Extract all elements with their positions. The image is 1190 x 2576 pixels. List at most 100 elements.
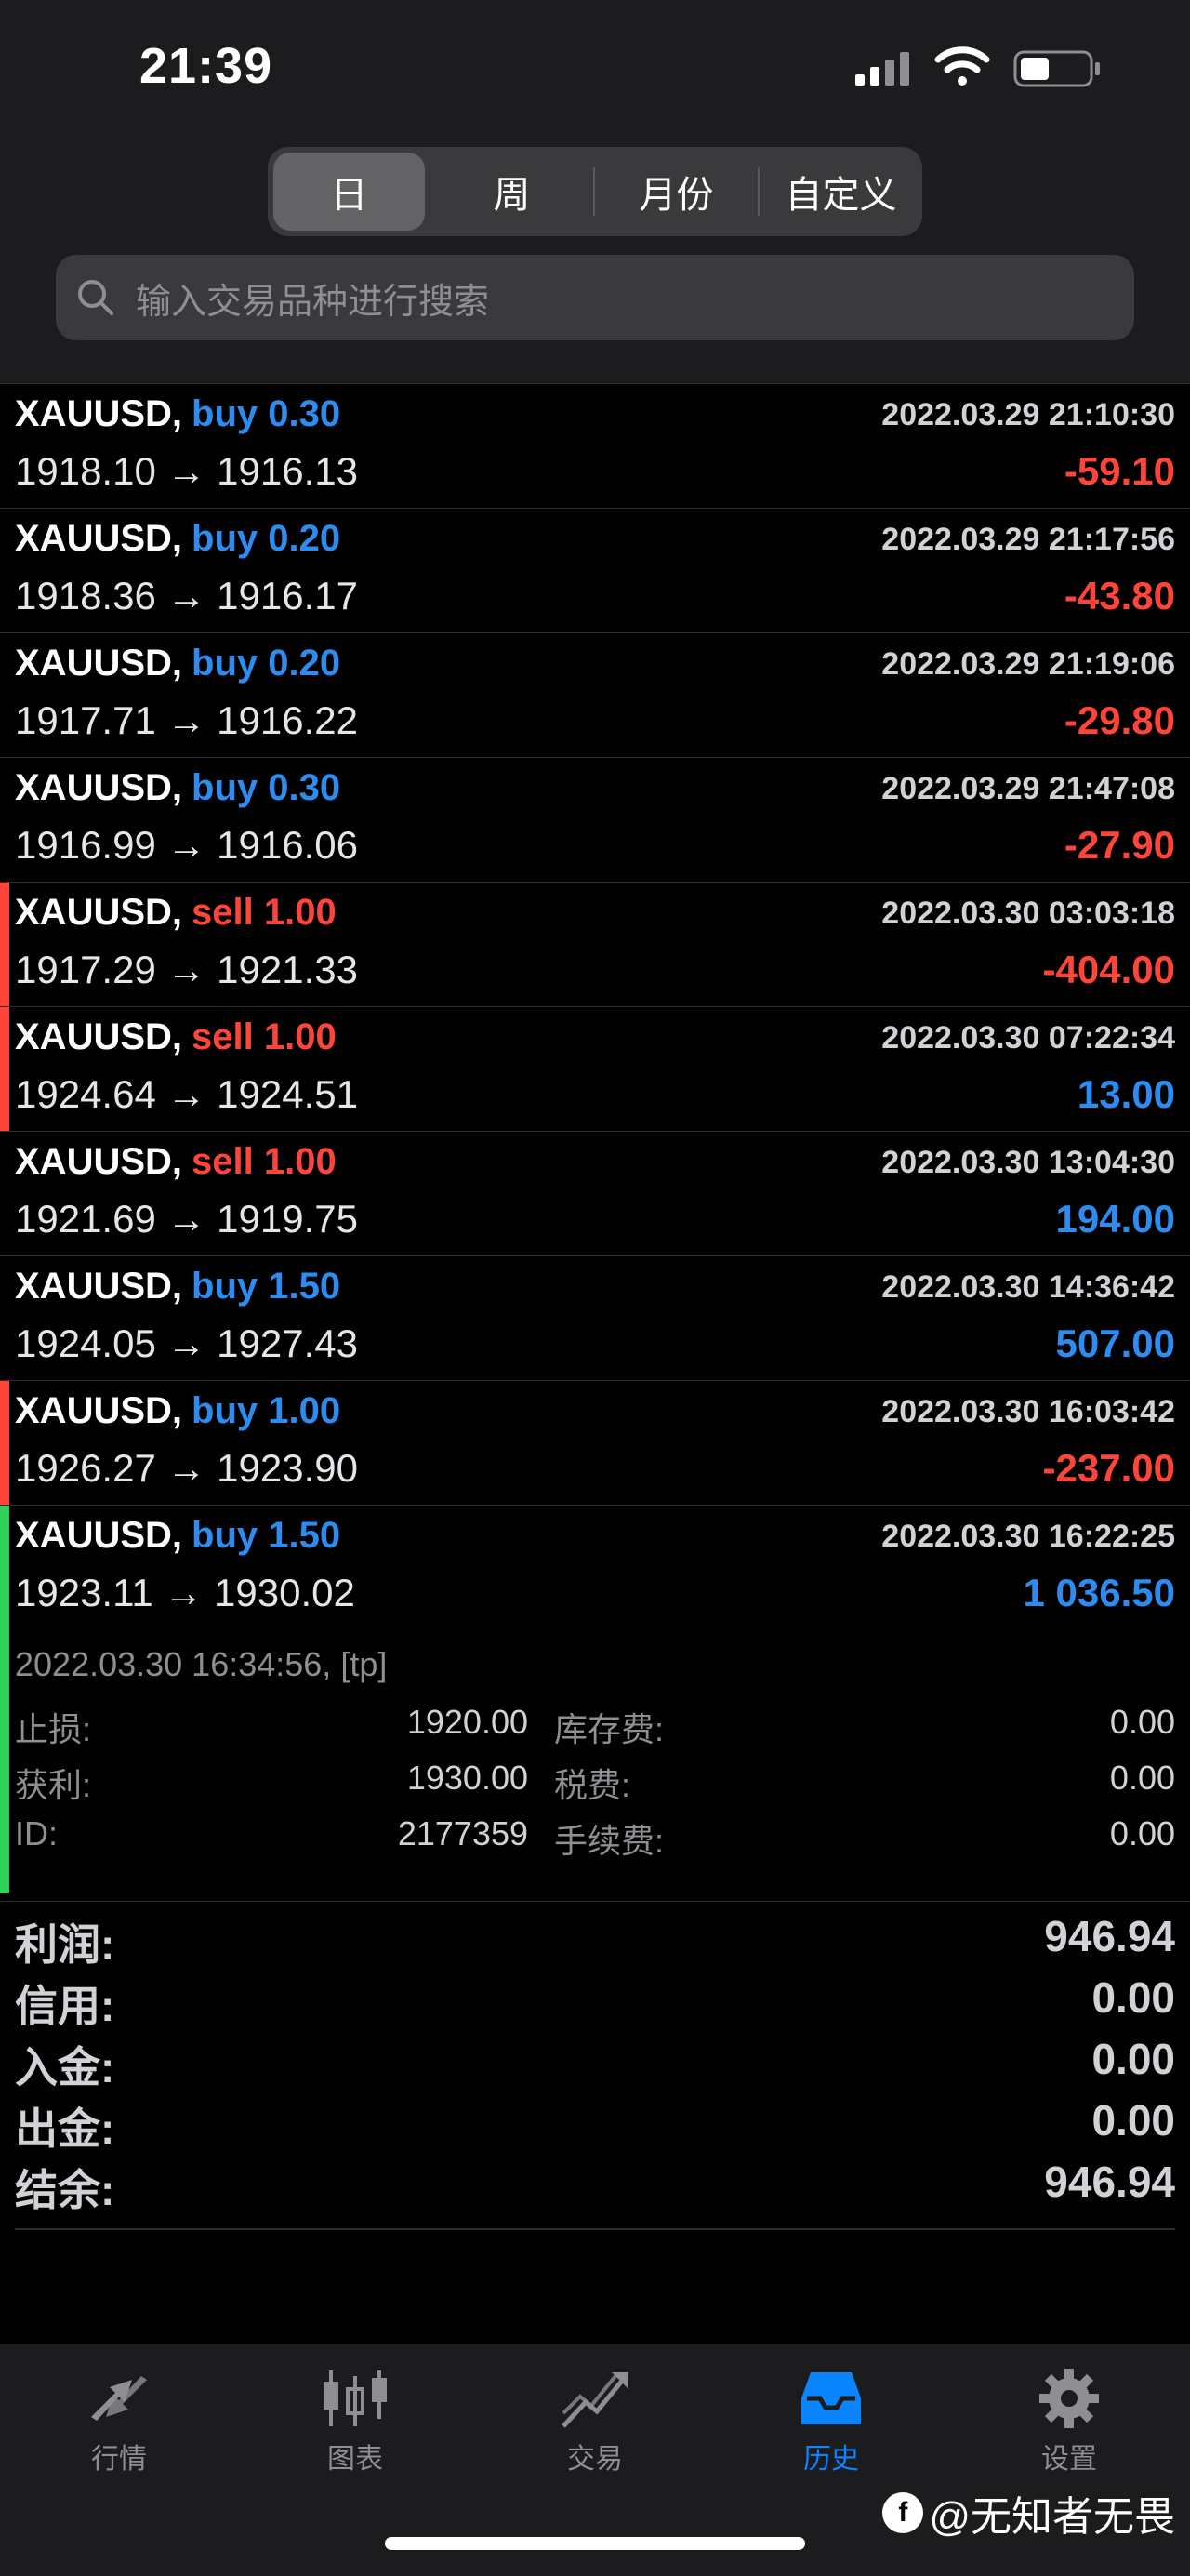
battery-icon (1013, 50, 1100, 87)
close-price: 1927.43 (217, 1321, 358, 1365)
summary-row: 入金: 0.00 (0, 2025, 1190, 2091)
trade-row[interactable]: XAUUSD, buy 1.00 1926.27 → 1923.90 2022.03.… (0, 1380, 1190, 1505)
trade-prices: 1921.69 → 1919.75 (15, 1197, 358, 1241)
search-icon (78, 280, 113, 315)
tab-history[interactable]: 历史 (757, 2365, 906, 2476)
close-price: 1924.51 (217, 1072, 358, 1116)
trade-marker (0, 1506, 9, 1893)
trade-symbol: XAUUSD, buy 0.30 (15, 393, 341, 434)
period-tab-custom[interactable]: 自定义 (765, 153, 917, 231)
status-bar: 21:39 (0, 0, 1190, 139)
search-placeholder: 输入交易品种进行搜索 (136, 282, 490, 322)
tab-trade[interactable]: 交易 (521, 2365, 669, 2476)
trade-datetime: 2022.03.30 14:36:42 (881, 1269, 1175, 1305)
home-indicator[interactable] (385, 2537, 805, 2550)
trade-datetime: 2022.03.29 21:17:56 (881, 522, 1175, 557)
close-price: 1919.75 (217, 1197, 358, 1241)
trade-datetime: 2022.03.30 03:03:18 (881, 896, 1175, 931)
summary-value: 0.00 (1091, 1973, 1175, 2022)
period-tab-day[interactable]: 日 (273, 153, 425, 231)
trade-profit: 13.00 (1077, 1072, 1175, 1116)
trade-prices: 1924.64 → 1924.51 (15, 1072, 358, 1116)
period-segmented-control: 日 周 月份 自定义 (268, 147, 922, 236)
trade-marker (0, 1381, 9, 1505)
trade-prices: 1916.99 → 1916.06 (15, 823, 358, 867)
quotes-icon (91, 2376, 147, 2421)
trade-prices: 1926.27 → 1923.90 (15, 1446, 358, 1490)
summary-divider (15, 2228, 1175, 2230)
trade-symbol: XAUUSD, buy 1.50 (15, 1515, 341, 1556)
trade-symbol: XAUUSD, buy 1.00 (15, 1390, 341, 1431)
trade-row[interactable]: XAUUSD, buy 0.30 1918.10 → 1916.13 2022.03.… (0, 383, 1190, 508)
open-price: 1921.69 (15, 1197, 156, 1241)
close-info: 2022.03.30 16:34:56, [tp] (15, 1645, 388, 1683)
tab-label: 图表 (327, 2444, 383, 2475)
symbol-search-input[interactable]: 输入交易品种进行搜索 (56, 255, 1134, 340)
segment-divider (593, 167, 595, 216)
trade-row[interactable]: XAUUSD, sell 1.00 1924.64 → 1924.51 2022.03… (0, 1006, 1190, 1131)
tax-value: 0.00 (1109, 1759, 1175, 1797)
open-price: 1917.29 (15, 948, 156, 991)
swap-label: 库存费: (554, 1710, 665, 1748)
tab-label: 设置 (1041, 2444, 1097, 2475)
tab-label: 行情 (91, 2444, 147, 2475)
trade-prices: 1923.11 → 1930.02 (15, 1571, 355, 1614)
tab-settings[interactable]: 设置 (995, 2365, 1144, 2476)
trade-datetime: 2022.03.30 07:22:34 (881, 1020, 1175, 1056)
summary-value: 946.94 (1044, 1912, 1175, 1960)
summary-row: 信用: 0.00 (0, 1963, 1190, 2030)
tab-charts[interactable]: 图表 (281, 2365, 430, 2476)
brand-logo-icon: f (882, 2492, 924, 2533)
open-price: 1917.71 (15, 698, 156, 742)
trade-prices: 1917.29 → 1921.33 (15, 948, 358, 991)
settings-icon (1039, 2369, 1099, 2428)
trade-symbol: XAUUSD, buy 0.20 (15, 643, 341, 684)
trade-side: buy 0.30 (192, 767, 341, 808)
trade-side: sell 1.00 (192, 1016, 337, 1057)
tab-label: 交易 (567, 2444, 623, 2475)
trade-profit: -59.10 (1064, 449, 1175, 493)
period-tab-week[interactable]: 周 (436, 153, 588, 231)
summary-value: 0.00 (1091, 2035, 1175, 2083)
open-price: 1923.11 (15, 1571, 153, 1614)
status-time: 21:39 (139, 38, 273, 94)
trade-prices: 1917.71 → 1916.22 (15, 698, 358, 742)
watermark-text: @无知者无畏 (929, 2494, 1175, 2540)
tab-quotes[interactable]: 行情 (45, 2365, 193, 2476)
close-price: 1916.22 (217, 698, 358, 742)
trade-symbol: XAUUSD, buy 0.20 (15, 518, 341, 559)
trade-row[interactable]: XAUUSD, buy 0.20 1918.36 → 1916.17 2022.03.… (0, 508, 1190, 632)
summary-row: 出金: 0.00 (0, 2086, 1190, 2153)
cellular-signal-icon (855, 52, 909, 86)
trade-row[interactable]: XAUUSD, sell 1.00 1921.69 → 1919.75 2022.03… (0, 1131, 1190, 1255)
fee-label: 手续费: (554, 1822, 665, 1860)
history-header: 日 周 月份 自定义 输入交易品种进行搜索 (0, 139, 1190, 383)
trade-marker (0, 883, 9, 1006)
trade-row[interactable]: XAUUSD, buy 1.50 1924.05 → 1927.43 2022.03.… (0, 1255, 1190, 1380)
period-tab-month[interactable]: 月份 (601, 153, 752, 231)
close-price: 1930.02 (214, 1571, 355, 1614)
tp-label: 获利: (15, 1766, 92, 1804)
trade-profit: -29.80 (1064, 698, 1175, 742)
history-icon (801, 2372, 861, 2424)
trade-row[interactable]: XAUUSD, buy 0.20 1917.71 → 1916.22 2022.03.… (0, 632, 1190, 757)
trade-row[interactable]: XAUUSD, sell 1.00 1917.29 → 1921.33 2022.03… (0, 882, 1190, 1006)
trade-side: buy 1.50 (192, 1515, 341, 1556)
close-price: 1921.33 (217, 948, 358, 991)
tax-label: 税费: (554, 1766, 631, 1804)
id-value: 2177359 (397, 1814, 528, 1852)
open-price: 1924.05 (15, 1321, 156, 1365)
open-price: 1916.99 (15, 823, 156, 867)
trade-datetime: 2022.03.30 16:03:42 (881, 1394, 1175, 1429)
trade-datetime: 2022.03.30 16:22:25 (881, 1519, 1175, 1554)
trade-row[interactable]: XAUUSD, buy 1.50 1923.11 → 1930.02 2022.03.… (0, 1505, 1190, 1893)
trade-datetime: 2022.03.29 21:47:08 (881, 771, 1175, 806)
close-price: 1916.13 (217, 449, 358, 493)
trade-symbol: XAUUSD, sell 1.00 (15, 1141, 337, 1182)
trade-side: buy 1.50 (192, 1266, 341, 1307)
trade-row[interactable]: XAUUSD, buy 0.30 1916.99 → 1916.06 2022.03.… (0, 757, 1190, 882)
open-price: 1918.10 (15, 449, 156, 493)
close-price: 1916.17 (217, 574, 358, 617)
watermark: f @无知者无畏 (882, 2483, 1175, 2543)
summary-value: 0.00 (1091, 2096, 1175, 2144)
